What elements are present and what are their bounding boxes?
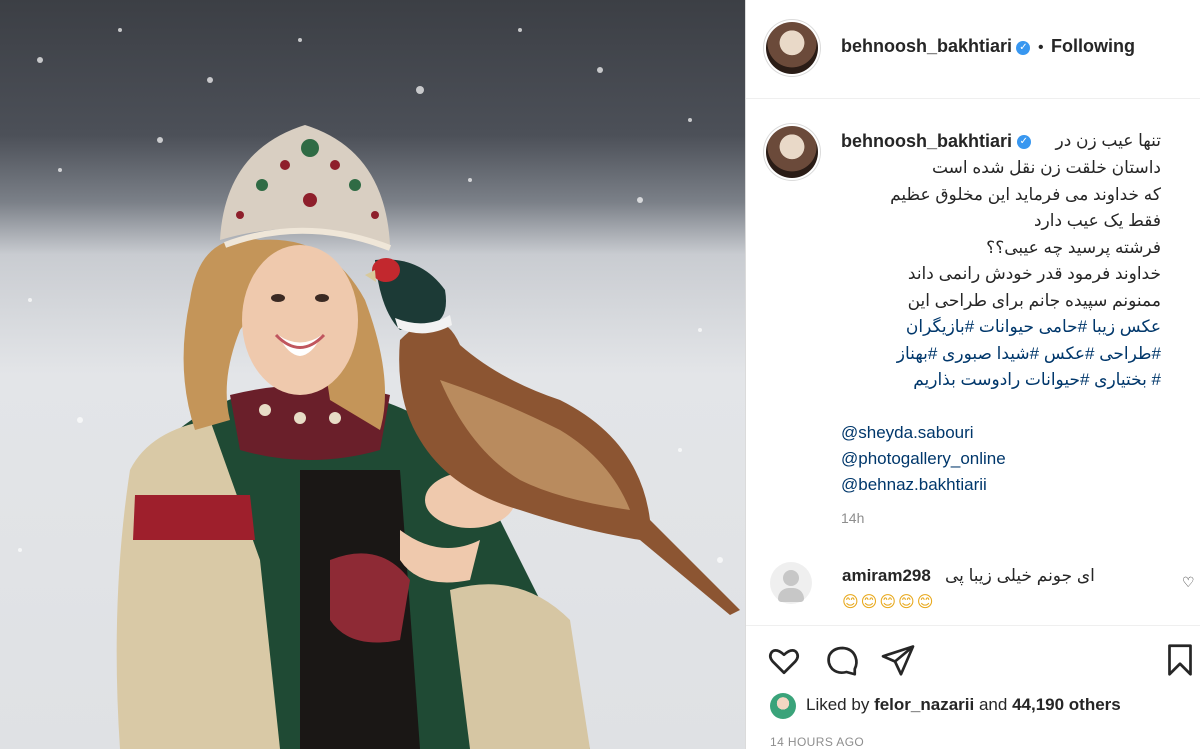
post-caption: behnoosh_bakhtiari ✓ تنها عیب زن در داست… — [841, 128, 1161, 498]
caption-hashtag-line[interactable]: عکس زیبا #حامی حیوانات #بازیگران — [841, 314, 1161, 341]
likes-summary: Liked by felor_nazarii and 44,190 others — [770, 690, 1121, 720]
caption-line: فقط یک عیب دارد — [1033, 211, 1161, 230]
caption-username[interactable]: behnoosh_bakhtiari — [841, 131, 1012, 151]
likes-count[interactable]: 44,190 others — [1012, 695, 1121, 714]
comment-emoji: 😊😊😊😊😊 — [842, 594, 936, 611]
verified-badge-icon: ✓ — [1016, 40, 1031, 55]
verified-badge-icon: ✓ — [1016, 135, 1031, 150]
post-timestamp[interactable]: 14 HOURS AGO — [770, 735, 864, 749]
mention-link[interactable]: @sheyda.sabouri — [841, 420, 1161, 446]
post-photo[interactable] — [0, 0, 745, 749]
post-image — [18, 28, 740, 749]
paper-plane-icon[interactable] — [880, 642, 916, 678]
caption-timestamp[interactable]: 14h — [841, 510, 864, 526]
caption-line: فرشته پرسید چه عیبی؟؟ — [986, 237, 1161, 257]
author-avatar[interactable] — [766, 22, 818, 74]
mention-link[interactable]: @photogallery_online — [841, 446, 1161, 472]
caption-line: که خداوند می فرماید این مخلوق عظیم — [890, 184, 1161, 204]
author-username[interactable]: behnoosh_bakhtiari — [841, 36, 1012, 56]
likes-conjunction: and — [978, 695, 1008, 714]
caption-first-row: behnoosh_bakhtiari ✓ تنها عیب زن در — [841, 128, 1161, 155]
post-actions-bar — [746, 625, 1200, 686]
bookmark-icon[interactable] — [1162, 642, 1198, 678]
caption-line: ممنونم سپیده جانم برای طراحی این — [907, 290, 1161, 310]
author-line: behnoosh_bakhtiari ✓ • Following — [841, 36, 1135, 57]
caption-author-avatar[interactable] — [766, 126, 818, 178]
liker-username[interactable]: felor_nazarii — [874, 695, 974, 714]
heart-icon[interactable] — [766, 642, 802, 678]
likes-prefix: Liked by — [806, 695, 870, 714]
caption-line: داستان خلقت زن نقل شده است — [931, 158, 1161, 177]
liker-avatar[interactable] — [770, 692, 796, 719]
comment-bubble-icon[interactable] — [824, 642, 860, 678]
post-header: behnoosh_bakhtiari ✓ • Following — [746, 0, 1200, 99]
caption-line: خداوند فرمود قدر خودش رانمی داند — [907, 264, 1161, 283]
caption-hashtag-line[interactable]: # بختیاری #حیوانات رادوست بذاریم — [841, 367, 1161, 394]
caption-hashtag-line[interactable]: #طراحی #عکس #شیدا صبوری #بهناز — [841, 341, 1161, 368]
comment-item: amiram298 ای جونم خیلی زیبا پی 😊😊😊😊😊 ♡ — [770, 560, 1195, 611]
mention-link[interactable]: @behnaz.bakhtiarii — [841, 472, 1161, 498]
post-side-panel: behnoosh_bakhtiari ✓ • Following behnoos… — [745, 0, 1200, 749]
commenter-avatar[interactable] — [770, 562, 812, 604]
following-button[interactable]: Following — [1051, 36, 1135, 56]
caption-line: تنها عیب زن در — [1055, 131, 1162, 151]
commenter-username[interactable]: amiram298 — [842, 566, 931, 586]
comment-like-heart-icon[interactable]: ♡ — [1182, 574, 1195, 591]
comment-text: ای جونم خیلی زیبا پی — [945, 566, 1095, 585]
separator-dot: • — [1037, 39, 1044, 56]
